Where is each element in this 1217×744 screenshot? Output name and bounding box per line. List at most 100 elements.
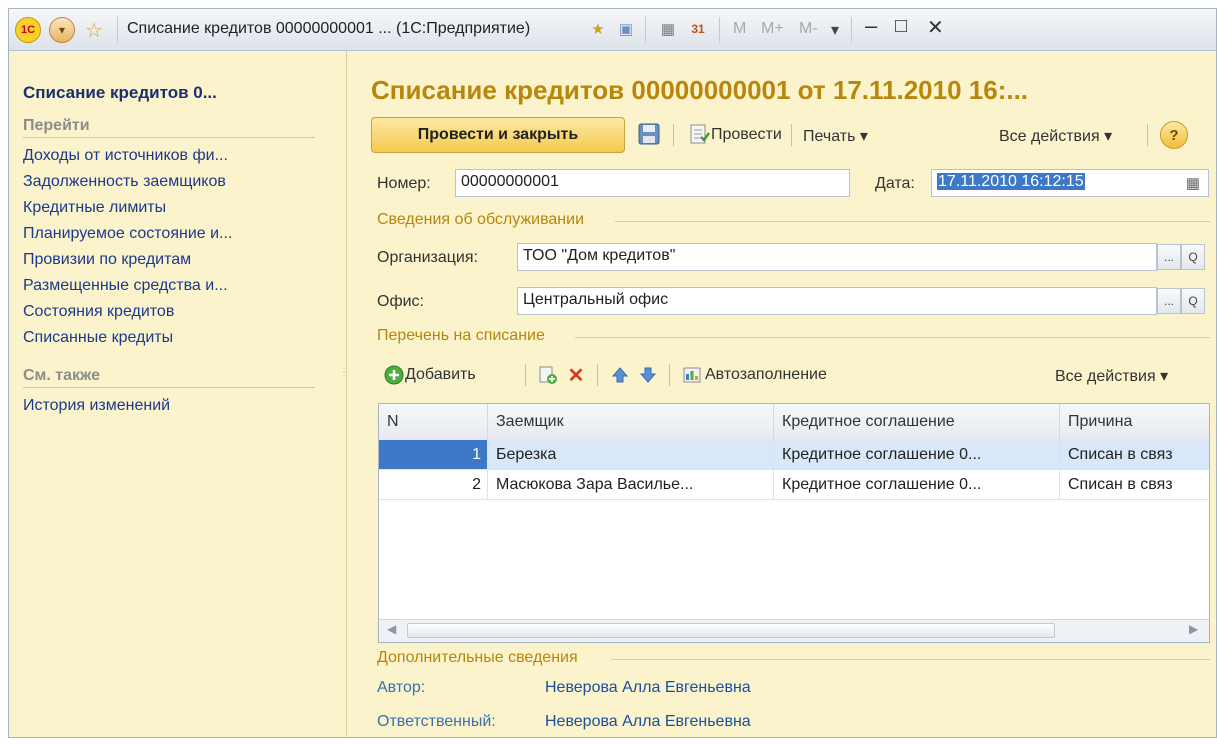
agreement-cell[interactable]: Кредитное соглашение 0... [774, 440, 1060, 469]
titlebar-divider [117, 17, 118, 43]
title-bar: 1С ▾ ☆ Списание кредитов 00000000001 ...… [9, 9, 1216, 51]
write-off-list-group-title: Перечень на списание [377, 327, 545, 344]
author-link[interactable]: Неверова Алла Евгеньевна [545, 679, 751, 697]
scroll-right-icon[interactable]: ▶ [1189, 622, 1198, 636]
1c-logo-icon[interactable]: 1С [15, 17, 41, 43]
app-window: 1С ▾ ☆ Списание кредитов 00000000001 ...… [8, 8, 1217, 738]
save-icon[interactable] [637, 122, 661, 146]
organization-open-icon[interactable]: Q [1181, 244, 1205, 270]
favorites-star-icon[interactable]: ☆ [81, 17, 107, 43]
organization-label: Организация: [377, 249, 478, 266]
agreement-cell[interactable]: Кредитное соглашение 0... [774, 470, 1060, 499]
toolbar-divider [669, 364, 670, 386]
table-all-actions-menu-button[interactable]: Все действия ▾ [1055, 366, 1168, 386]
responsible-label: Ответственный: [377, 713, 496, 730]
window-title: Списание кредитов 00000000001 ... (1С:Пр… [127, 20, 531, 37]
toolbar-divider [1147, 124, 1148, 146]
autofill-icon[interactable] [681, 364, 703, 386]
titlebar-divider [719, 17, 720, 43]
nav-item-placed-funds[interactable]: Размещенные средства и... [23, 277, 228, 295]
minimize-icon[interactable]: – [865, 13, 877, 39]
group-divider [611, 659, 1210, 660]
navigation-panel: Списание кредитов 0... Перейти Доходы от… [9, 51, 349, 737]
calculator-icon[interactable]: ▦ [657, 18, 679, 40]
main-menu-icon[interactable]: ▾ [49, 17, 75, 43]
calendar-icon[interactable]: 31 [687, 18, 709, 40]
organization-select-button[interactable]: ... [1157, 244, 1181, 270]
date-label: Дата: [875, 175, 915, 192]
nav-item-provisions[interactable]: Провизии по кредитам [23, 251, 191, 269]
row-number-cell[interactable]: 2 [379, 470, 488, 499]
nav-goto-header: Перейти [23, 117, 315, 138]
m-plus-button[interactable]: M+ [761, 20, 784, 38]
nav-item-planned-state[interactable]: Планируемое состояние и... [23, 225, 232, 243]
move-down-icon[interactable] [637, 364, 659, 386]
post-button[interactable]: Провести [711, 126, 782, 144]
star-icon[interactable]: ★ [587, 18, 609, 40]
close-icon[interactable]: ✕ [927, 15, 944, 40]
print-menu-button[interactable]: Печать ▾ [803, 126, 868, 146]
organization-field[interactable]: ТОО "Дом кредитов" [517, 243, 1157, 271]
add-row-button[interactable]: Добавить [405, 366, 476, 384]
nav-panel-title[interactable]: Списание кредитов 0... [23, 83, 217, 103]
autofill-button[interactable]: Автозаполнение [705, 366, 827, 384]
column-header-number[interactable]: N [379, 404, 488, 440]
nav-item-credit-states[interactable]: Состояния кредитов [23, 303, 174, 321]
titlebar-divider [851, 17, 852, 43]
write-off-table[interactable]: N Заемщик Кредитное соглашение Причина 1… [378, 403, 1210, 643]
additional-info-group-title: Дополнительные сведения [377, 649, 578, 666]
borrower-cell[interactable]: Березка [488, 440, 774, 469]
row-number-cell[interactable]: 1 [379, 440, 488, 469]
borrower-cell[interactable]: Масюкова Зара Василье... [488, 470, 774, 499]
all-actions-menu-button[interactable]: Все действия ▾ [999, 126, 1112, 146]
toolbar-divider [673, 124, 674, 146]
toolbar-divider [525, 364, 526, 386]
titlebar-divider [645, 17, 646, 43]
office-label: Офис: [377, 293, 424, 310]
group-divider [615, 221, 1210, 222]
document-form: Списание кредитов 00000000001 от 17.11.2… [347, 51, 1216, 737]
horizontal-scrollbar[interactable]: ◀ ▶ [379, 619, 1209, 642]
post-and-close-button[interactable]: Провести и закрыть [371, 117, 625, 153]
service-info-group-title: Сведения об обслуживании [377, 211, 585, 228]
number-label: Номер: [377, 175, 431, 192]
office-open-icon[interactable]: Q [1181, 288, 1205, 314]
column-header-agreement[interactable]: Кредитное соглашение [774, 404, 1060, 440]
copy-row-icon[interactable] [537, 364, 559, 386]
table-header: N Заемщик Кредитное соглашение Причина [379, 404, 1209, 441]
number-field[interactable]: 00000000001 [455, 169, 850, 197]
table-row[interactable]: 2 Масюкова Зара Василье... Кредитное сог… [379, 470, 1209, 500]
chevron-down-icon[interactable]: ▾ [831, 20, 839, 40]
responsible-link[interactable]: Неверова Алла Евгеньевна [545, 713, 751, 731]
page-title: Списание кредитов 00000000001 от 17.11.2… [371, 75, 1029, 105]
reason-cell[interactable]: Списан в связ [1060, 440, 1209, 469]
author-label: Автор: [377, 679, 426, 696]
help-icon[interactable]: ? [1160, 121, 1188, 149]
nav-item-credit-limits[interactable]: Кредитные лимиты [23, 199, 166, 217]
toolbar-divider [597, 364, 598, 386]
scroll-left-icon[interactable]: ◀ [387, 622, 396, 636]
office-field[interactable]: Центральный офис [517, 287, 1157, 315]
scrollbar-thumb[interactable] [407, 623, 1055, 638]
post-document-icon[interactable] [687, 122, 711, 146]
nav-item-written-off[interactable]: Списанные кредиты [23, 329, 173, 347]
reason-cell[interactable]: Списан в связ [1060, 470, 1209, 499]
delete-icon[interactable]: ✕ [565, 364, 587, 387]
office-select-button[interactable]: ... [1157, 288, 1181, 314]
maximize-icon[interactable]: □ [895, 15, 907, 38]
date-field[interactable]: 17.11.2010 16:12:15 [931, 169, 1209, 197]
toolbar-divider [791, 124, 792, 146]
add-icon[interactable] [383, 364, 405, 386]
column-header-borrower[interactable]: Заемщик [488, 404, 774, 440]
m-button[interactable]: M [733, 20, 746, 38]
bookmark-icon[interactable]: ▣ [615, 18, 637, 40]
nav-item-change-history[interactable]: История изменений [23, 397, 170, 415]
calendar-picker-icon[interactable]: ▦ [1181, 172, 1205, 194]
move-up-icon[interactable] [609, 364, 631, 386]
m-minus-button[interactable]: M- [799, 20, 818, 38]
table-row[interactable]: 1 Березка Кредитное соглашение 0... Спис… [379, 440, 1209, 470]
nav-item-income-sources[interactable]: Доходы от источников фи... [23, 147, 228, 165]
nav-see-also-header: См. также [23, 367, 315, 388]
nav-item-borrower-debt[interactable]: Задолженность заемщиков [23, 173, 226, 191]
column-header-reason[interactable]: Причина [1060, 404, 1209, 440]
